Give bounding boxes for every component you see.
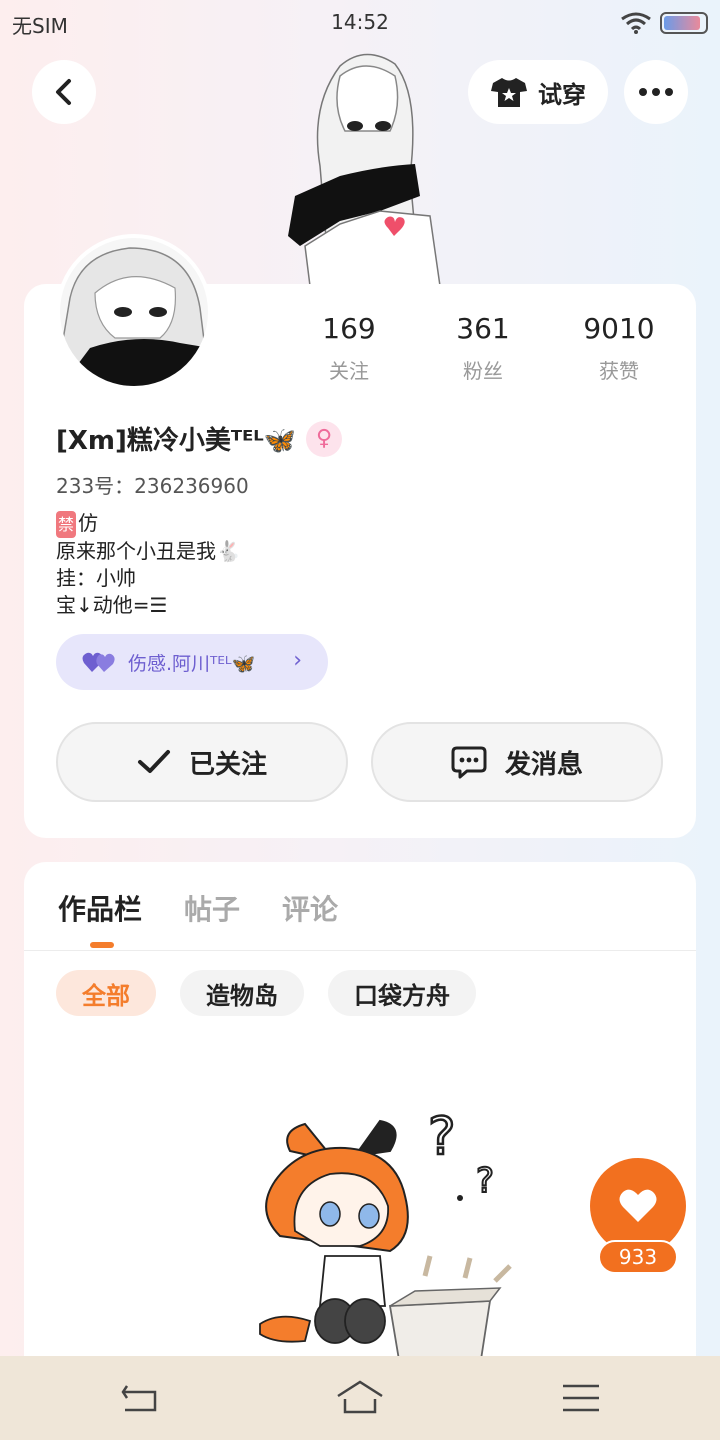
clock: 14:52 <box>331 10 389 34</box>
bio-line: 原来那个小丑是我🐇 <box>56 539 241 563</box>
guild-pill[interactable]: 伤感.阿川ᵀᴱᴸ🦋 › <box>56 634 328 690</box>
guild-name: 伤感.阿川ᵀᴱᴸ🦋 <box>128 652 256 675</box>
bio: 禁仿 原来那个小丑是我🐇 挂：小帅 宝↓动他=☰ <box>56 510 241 619</box>
nav-menu-icon[interactable] <box>557 1380 605 1416</box>
like-count: 933 <box>598 1240 678 1274</box>
filter-chips: 全部 造物岛 口袋方舟 <box>56 970 476 1016</box>
bio-line: 禁仿 <box>56 510 241 538</box>
tab-posts[interactable]: 帖子 <box>184 888 240 928</box>
try-on-button[interactable]: 试穿 <box>468 60 608 124</box>
active-tab-indicator <box>90 942 114 948</box>
stat-label: 获赞 <box>599 359 639 383</box>
bio-text: 仿 <box>78 511 99 535</box>
wifi-icon <box>621 12 651 34</box>
nickname: [Xm]糕冷小美ᵀᴱᴸ🦋 <box>56 426 297 456</box>
svg-text:?: ? <box>476 1161 494 1201</box>
ban-mark-icon: 禁 <box>56 511 77 538</box>
works-card: 作品栏 帖子 评论 全部 造物岛 口袋方舟 ? ? <box>24 862 696 1440</box>
stat-following[interactable]: 169 关注 <box>294 312 404 384</box>
female-gender-icon: ♀ <box>306 420 343 457</box>
check-icon <box>137 750 170 773</box>
nickname-row: [Xm]糕冷小美ᵀᴱᴸ🦋 ♀ <box>56 420 343 457</box>
send-message-label: 发消息 <box>504 749 583 780</box>
profile-background-illustration <box>288 53 441 286</box>
battery-level <box>664 16 700 30</box>
double-heart-icon <box>82 652 115 672</box>
chip-creation-island[interactable]: 造物岛 <box>180 970 304 1016</box>
stat-label: 粉丝 <box>463 359 503 383</box>
stats-row: 169 关注 361 粉丝 9010 获赞 <box>300 312 680 392</box>
try-on-label: 试穿 <box>538 80 586 109</box>
system-nav-bar <box>0 1356 720 1440</box>
tab-works[interactable]: 作品栏 <box>58 888 142 928</box>
nav-back-icon[interactable] <box>115 1380 163 1416</box>
send-message-button[interactable]: 发消息 <box>371 722 663 802</box>
svg-text:?: ? <box>428 1107 456 1167</box>
tab-divider <box>24 950 696 951</box>
tab-comments[interactable]: 评论 <box>282 888 338 928</box>
more-button[interactable] <box>624 60 688 124</box>
avatar-image <box>60 238 208 386</box>
bio-line: 宝↓动他=☰ <box>56 593 168 617</box>
stat-label: 关注 <box>329 359 369 383</box>
bio-line: 挂：小帅 <box>56 566 136 590</box>
user-id: 233号：236236960 <box>56 474 249 498</box>
chip-pocket-ark[interactable]: 口袋方舟 <box>328 970 476 1016</box>
stat-followers[interactable]: 361 粉丝 <box>428 312 538 384</box>
nav-home-icon[interactable] <box>336 1380 384 1416</box>
following-button[interactable]: 已关注 <box>56 722 348 802</box>
back-arrow-icon <box>56 79 71 105</box>
avatar[interactable] <box>56 234 212 390</box>
content-tabs: 作品栏 帖子 评论 <box>58 888 338 928</box>
chevron-right-icon: › <box>293 648 302 673</box>
empty-state-illustration: ? ? <box>259 1106 512 1366</box>
stat-likes[interactable]: 9010 获赞 <box>564 312 674 384</box>
chip-all[interactable]: 全部 <box>56 970 156 1016</box>
status-bar: 无SIM 14:52 <box>0 0 720 46</box>
more-dots-icon <box>639 88 673 96</box>
tshirt-icon <box>491 78 527 107</box>
following-label: 已关注 <box>188 749 267 780</box>
battery-icon <box>660 12 708 34</box>
back-button[interactable] <box>32 60 96 124</box>
stat-value: 361 <box>456 312 510 345</box>
stat-value: 169 <box>322 312 376 345</box>
stat-value: 9010 <box>583 312 655 345</box>
chat-bubble-icon <box>451 746 487 779</box>
heart-icon <box>619 1189 657 1222</box>
